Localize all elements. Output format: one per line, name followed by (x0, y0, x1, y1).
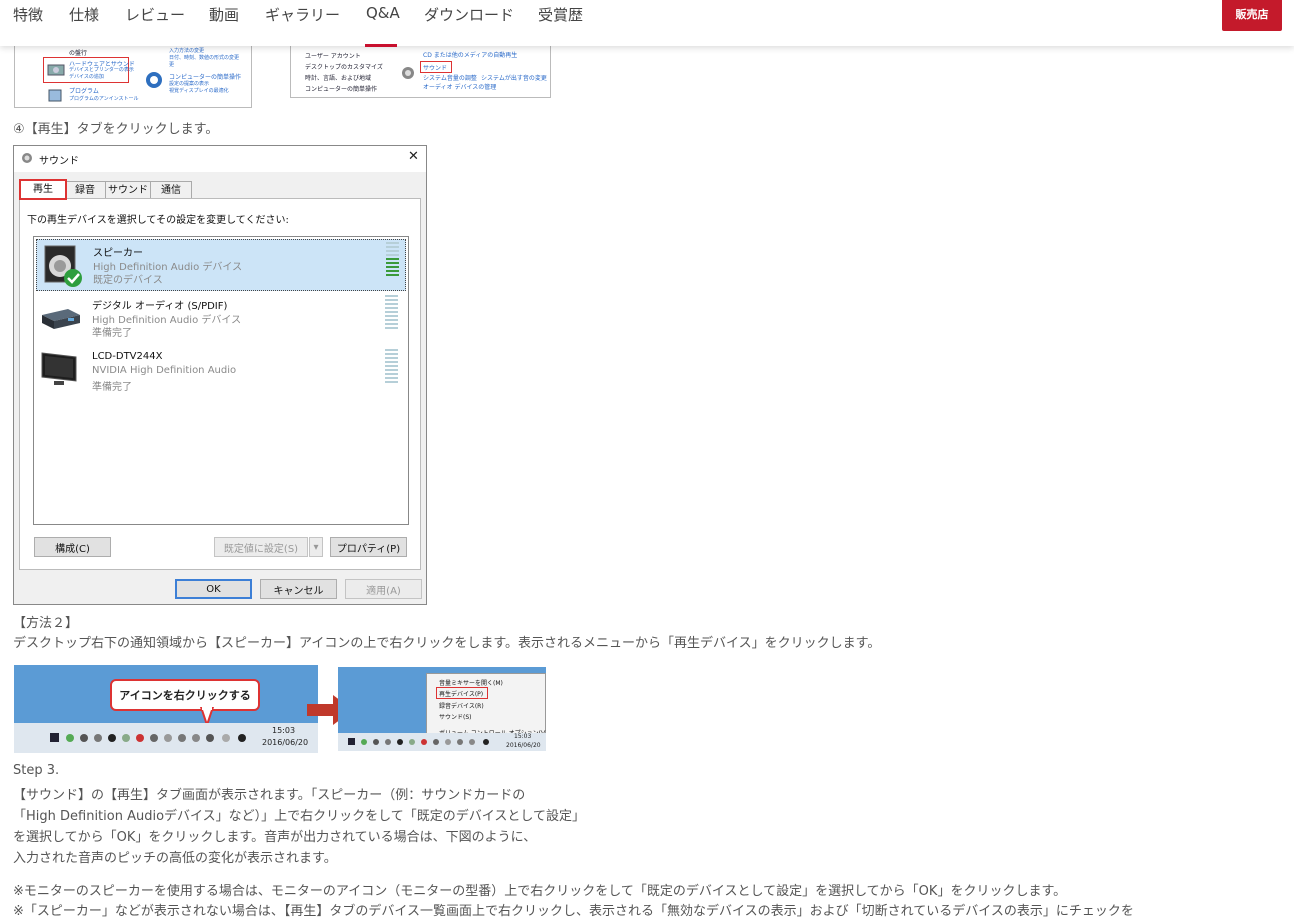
cp-text: システム音量の調整 (423, 75, 477, 82)
properties-button[interactable]: プロパティ(P) (330, 537, 407, 557)
step3-line: を選択してから「OK」をクリックします。音声が出力されている場合は、下図のように… (13, 830, 537, 845)
top-nav: 特徴 仕様 レビュー 動画 ギャラリー Q&A ダウンロード 受賞歴 販売店 (0, 0, 1294, 47)
cp-text: 時計、言語、および地域 (305, 75, 372, 82)
tray-date: 2016/06/20 (506, 742, 541, 749)
nav-item-specs[interactable]: 仕様 (69, 4, 99, 25)
step3-note: ※「スピーカー」などが表示されない場合は、【再生】タブのデバイス一覧画面上で右ク… (13, 904, 1134, 919)
cp-text: 入力方法の変更 (169, 48, 205, 54)
step4-instruction: ④【再生】タブをクリックします。 (13, 122, 219, 137)
taskbar: 15:03 2016/06/20 (338, 733, 546, 751)
dialog-title: サウンド (39, 156, 79, 167)
level-meter (385, 295, 398, 333)
step3-line: 入力された音声のピッチの高低の変化が表示されます。 (13, 851, 337, 866)
cp-text: デバイスの追加 (69, 74, 104, 80)
cp-text: 視覚ディスプレイの最適化 (169, 88, 229, 94)
cp-text: 日付、時刻、数値の形式の変更 (169, 55, 240, 61)
ok-button[interactable]: OK (175, 579, 252, 599)
set-default-dropdown[interactable]: ▾ (309, 537, 323, 557)
method2-text: デスクトップ右下の通知領域から【スピーカー】アイコンの上で右クリックをします。表… (13, 636, 881, 651)
sound-icon (402, 67, 414, 79)
shop-button[interactable]: 販売店 (1222, 0, 1282, 31)
device-item-speaker[interactable]: スピーカー High Definition Audio デバイス 既定のデバイス (36, 239, 406, 291)
hardware-sound-icon (47, 64, 65, 76)
nav-active-indicator (365, 44, 397, 47)
callout-bubble: アイコンを右クリックする (110, 679, 260, 711)
taskbar-image-left: アイコンを右クリックする 15:03 2016/06/20 (14, 665, 318, 753)
tray-time: 15:03 (514, 733, 532, 740)
control-panel-image-left: の盤行 ハードウェアとサウンド デバイスとプリンターの表示 デバイスの追加 プロ… (14, 44, 252, 108)
tray-date: 2016/06/20 (262, 738, 309, 747)
cp-text: CD または他のメディアの自動再生 (423, 52, 518, 59)
cp-text: 設定の提案の表示 (169, 81, 210, 87)
set-default-button[interactable]: 既定値に設定(S) (214, 537, 308, 557)
configure-button[interactable]: 構成(C) (34, 537, 111, 557)
device-name: スピーカー (93, 248, 143, 259)
cp-text: サウンド (423, 65, 448, 72)
nav-item-gallery[interactable]: ギャラリー (265, 4, 340, 25)
device-status: 既定のデバイス (93, 275, 163, 286)
level-meter (386, 242, 399, 280)
ease-of-access-icon (146, 72, 162, 88)
menu-item-volume-mixer[interactable]: 音量ミキサーを開く(M) (439, 678, 503, 687)
step3-line: 「High Definition Audioデバイス」など）」上で右クリックをし… (13, 809, 585, 824)
nav-item-awards[interactable]: 受賞歴 (538, 4, 583, 25)
sound-dialog: サウンド ✕ 再生 録音 サウンド 通信 下の再生デバイスを選択してその設定を変… (13, 145, 427, 605)
programs-icon (48, 89, 62, 102)
control-panel-image-right: ユーザー アカウント デスクトップのカスタマイズ 時計、言語、および地域 コンピ… (290, 44, 551, 98)
taskbar: 15:03 2016/06/20 (14, 723, 318, 753)
speaker-icon (22, 153, 32, 163)
nav-item-videos[interactable]: 動画 (209, 4, 239, 25)
cp-text: オーディオ デバイスの管理 (423, 84, 497, 91)
speaker-device-icon (44, 245, 82, 287)
tray-time: 15:03 (272, 726, 296, 735)
step3-note: ※モニターのスピーカーを使用する場合は、モニターのアイコン（モニターの型番）上で… (13, 884, 1067, 899)
nav-item-reviews[interactable]: レビュー (125, 4, 185, 25)
device-name: LCD-DTV244X (92, 351, 163, 362)
cancel-button[interactable]: キャンセル (260, 579, 337, 599)
close-icon[interactable]: ✕ (408, 149, 419, 164)
playback-instruction: 下の再生デバイスを選択してその設定を変更してください: (27, 215, 289, 226)
cp-text: デスクトップのカスタマイズ (305, 64, 383, 71)
device-item-digital-audio[interactable]: デジタル オーディオ (S/PDIF) High Definition Audi… (36, 293, 404, 343)
tab-playback[interactable]: 再生 (19, 179, 67, 200)
menu-item-playback-devices[interactable]: 再生デバイス(P) (439, 689, 483, 698)
dialog-titlebar: サウンド ✕ (14, 146, 426, 172)
tray-icons (50, 733, 246, 742)
digital-audio-device-icon (42, 309, 80, 329)
device-list[interactable]: スピーカー High Definition Audio デバイス 既定のデバイス… (33, 236, 409, 525)
tray-icons (348, 738, 489, 745)
menu-item-sounds[interactable]: サウンド(S) (439, 712, 472, 721)
apply-button[interactable]: 適用(A) (345, 579, 422, 599)
cp-text: ユーザー アカウント (305, 53, 361, 60)
step3-line: 【サウンド】の【再生】タブ画面が表示されます。「スピーカー（例：サウンドカードの (13, 788, 526, 803)
cp-text: コンピューターの簡単操作 (305, 86, 378, 93)
nav-item-download[interactable]: ダウンロード (424, 4, 514, 25)
cp-text: 更 (169, 62, 175, 68)
step3-heading: Step 3. (13, 763, 60, 778)
device-status: 準備完了 (92, 328, 132, 339)
device-name: デジタル オーディオ (S/PDIF) (92, 301, 228, 312)
menu-item-recording-devices[interactable]: 録音デバイス(R) (439, 701, 484, 710)
cp-text: デバイスとプリンターの表示 (69, 67, 134, 73)
taskbar-image-right: 音量ミキサーを開く(M) 再生デバイス(P) 録音デバイス(R) サウンド(S)… (338, 667, 546, 751)
cp-text: プログラムのアンインストール (69, 96, 139, 102)
device-status: 準備完了 (92, 382, 132, 393)
cp-text: の盤行 (69, 50, 88, 57)
level-meter (385, 349, 398, 387)
nav-item-features[interactable]: 特徴 (13, 4, 43, 25)
nav-item-qa[interactable]: Q&A (366, 4, 400, 22)
monitor-device-icon (41, 352, 77, 385)
cp-text: プログラム (69, 88, 99, 95)
device-item-monitor[interactable]: LCD-DTV244X NVIDIA High Definition Audio… (36, 347, 404, 397)
method2-title: 【方法２】 (13, 616, 79, 631)
device-description: NVIDIA High Definition Audio (92, 365, 237, 376)
cp-text: システムが出す音の変更 (481, 75, 547, 82)
